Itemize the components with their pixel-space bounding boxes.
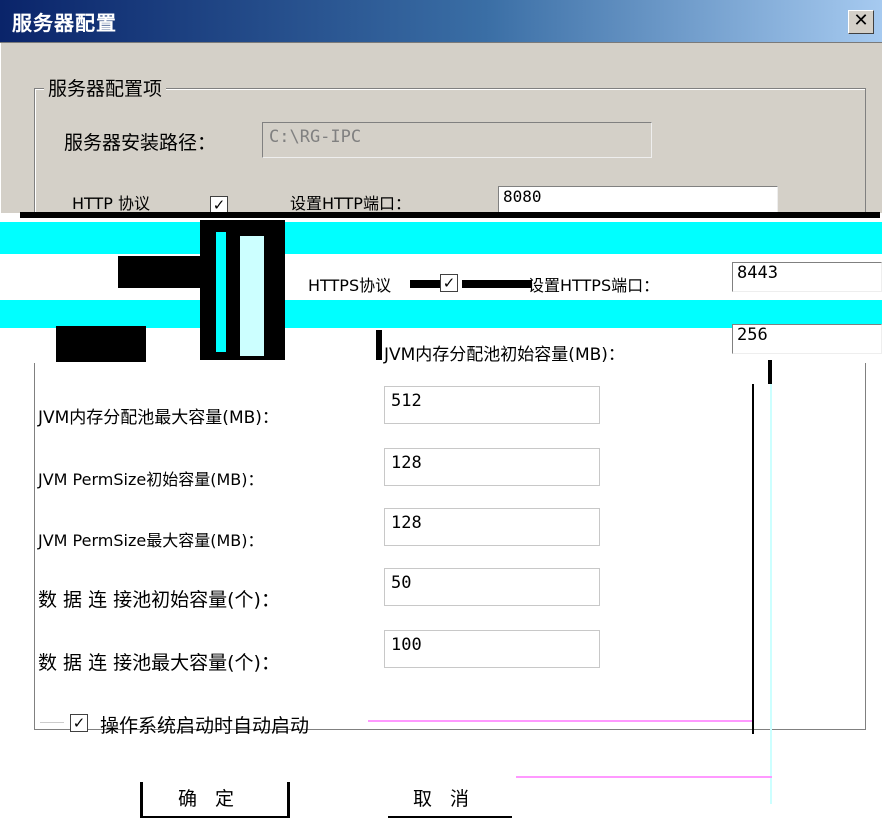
perm-max-field[interactable]: 128 [384, 508, 600, 546]
jvm-max-field[interactable]: 512 [384, 386, 600, 424]
perm-init-field[interactable]: 128 [384, 448, 600, 486]
db-pool-init-label: 数 据 连 接池初始容量(个)： [38, 589, 280, 611]
https-protocol-label: HTTPS协议 [308, 276, 392, 295]
install-path-label: 服务器安装路径： [64, 132, 217, 154]
perm-init-label: JVM PermSize初始容量(MB)： [38, 470, 264, 489]
https-port-field[interactable]: 8443 [732, 262, 882, 292]
ok-button[interactable]: 确定 [140, 782, 290, 818]
artifact-line [770, 384, 772, 804]
artifact-block [376, 330, 382, 360]
db-pool-max-field[interactable]: 100 [384, 630, 600, 668]
groupbox-label: 服务器配置项 [44, 74, 167, 101]
close-button[interactable]: ✕ [848, 10, 874, 34]
db-pool-init-field[interactable]: 50 [384, 568, 600, 606]
jvm-max-label: JVM内存分配池最大容量(MB)： [38, 408, 279, 428]
install-path-field: C:\RG-IPC [262, 122, 652, 158]
artifact-line [368, 720, 752, 722]
window-title: 服务器配置 [12, 11, 117, 35]
artifact-block [462, 280, 532, 288]
artifact-bar [240, 236, 264, 356]
artifact-bar [216, 232, 226, 352]
artifact-block [768, 360, 772, 384]
jvm-init-field[interactable]: 256 [732, 324, 882, 354]
db-pool-max-label: 数 据 连 接池最大容量(个)： [38, 652, 280, 674]
http-port-field[interactable]: 8080 [498, 186, 778, 214]
artifact-block [118, 256, 202, 288]
artifact-line [752, 384, 754, 734]
perm-max-label: JVM PermSize最大容量(MB)： [38, 531, 264, 550]
artifact-line [40, 722, 64, 723]
title-bar: 服务器配置 ✕ [0, 0, 882, 43]
http-port-label: 设置HTTP端口： [290, 194, 411, 213]
jvm-init-label: JVM内存分配池初始容量(MB)： [384, 345, 625, 365]
https-checkbox[interactable]: ✓ [440, 274, 458, 292]
autostart-label: 操作系统启动时自动启动 [100, 715, 310, 737]
artifact-bar [0, 222, 882, 254]
close-icon: ✕ [853, 10, 869, 31]
autostart-checkbox[interactable]: ✓ [70, 714, 88, 732]
cancel-button[interactable]: 取消 [388, 782, 512, 818]
artifact-bar [20, 212, 880, 218]
https-port-label: 设置HTTPS端口： [528, 276, 660, 295]
artifact-line [516, 776, 772, 778]
http-protocol-label: HTTP 协议 [72, 194, 151, 213]
artifact-block [56, 326, 146, 362]
check-icon: ✓ [72, 714, 86, 732]
check-icon: ✓ [442, 274, 456, 292]
artifact-block [410, 280, 440, 288]
